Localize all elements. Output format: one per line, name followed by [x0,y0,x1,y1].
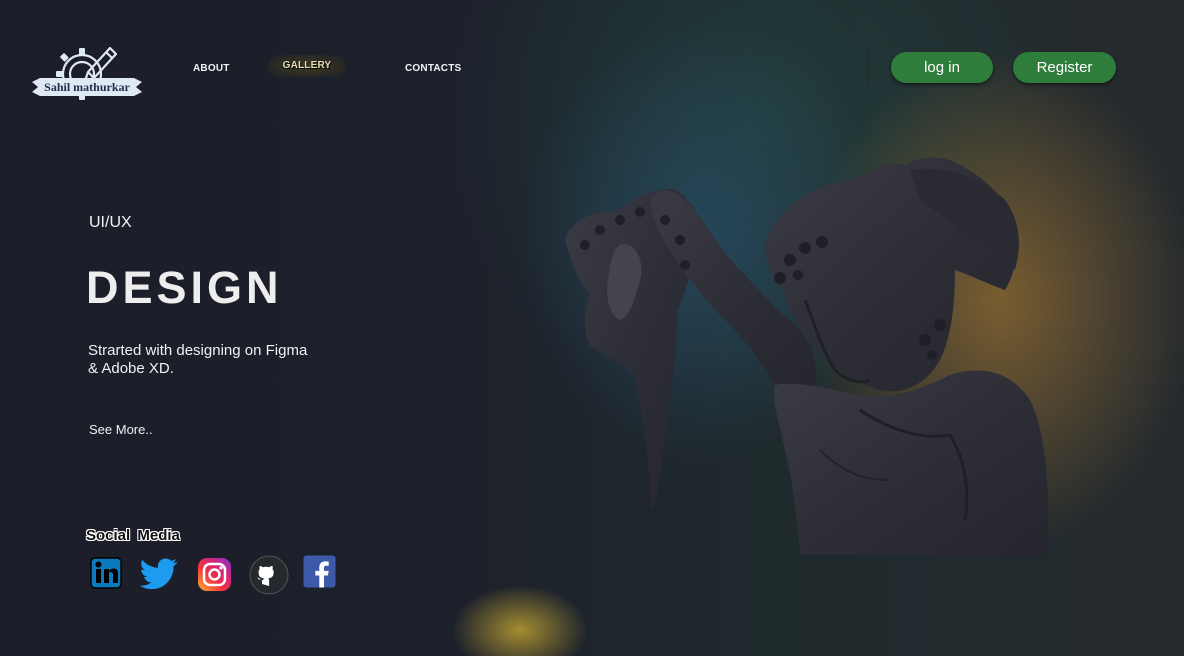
register-button[interactable]: Register [1013,52,1116,83]
social-media-heading: Social Media [86,527,180,544]
github-icon[interactable] [249,555,289,600]
see-more-link[interactable]: See More.. [89,422,153,437]
hero-title: DESIGN [86,262,283,313]
twitter-icon[interactable] [139,558,179,595]
nav-about-link[interactable]: ABOUT [193,63,230,74]
facebook-icon[interactable] [303,555,336,593]
logo[interactable]: Sahil mathurkar [30,40,145,112]
nav-gallery-link[interactable]: GALLERY [268,55,346,77]
statue-image [560,150,1050,555]
login-button[interactable]: log in [891,52,993,83]
instagram-icon[interactable] [197,557,232,597]
nav-contacts-link[interactable]: CONTACTS [405,63,461,74]
logo-text: Sahil mathurkar [44,80,130,94]
hero-subtitle: UI/UX [89,214,132,231]
header-divider [867,48,870,86]
hero-description: Strarted with designing on Figma & Adobe… [88,342,308,377]
linkedin-icon[interactable] [90,557,122,594]
